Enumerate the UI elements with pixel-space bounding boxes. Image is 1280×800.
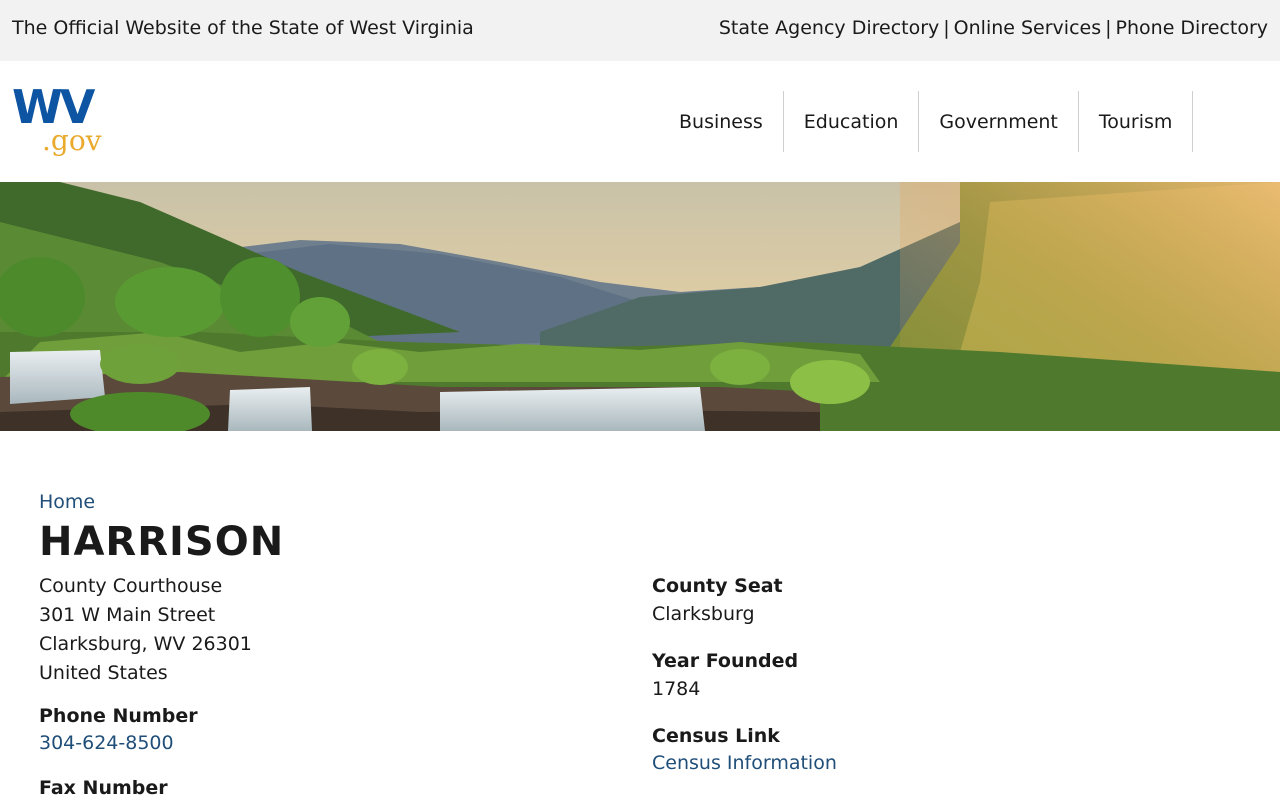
census-link-label: Census Link [652,725,780,747]
official-site-text: The Official Website of the State of Wes… [12,17,474,39]
link-separator: | [943,17,950,39]
nav-item-government[interactable]: Government [919,91,1079,152]
svg-text:.gov: .gov [42,124,102,157]
link-separator: | [1105,17,1112,39]
year-founded-label: Year Founded [652,650,799,672]
year-founded-value: 1784 [652,678,701,700]
county-contact-column: County Courthouse 301 W Main Street Clar… [39,572,599,800]
page-content-header: Home HARRISON [39,488,1239,568]
utility-links: State Agency Directory | Online Services | P… [719,17,1268,39]
hero-landscape-image [0,182,1280,431]
census-information-link[interactable]: Census Information [652,752,837,774]
page-title: HARRISON [39,519,285,565]
county-facts-column: County Seat Clarksburg Year Founded 1784… [652,572,1212,776]
landscape-illustration [0,182,1280,431]
address-line-2: 301 W Main Street [39,604,216,626]
county-seat-label: County Seat [652,575,783,597]
site-header: WV .gov Business Education Government To… [0,61,1280,182]
county-seat-value: Clarksburg [652,603,755,625]
wv-gov-logo[interactable]: WV .gov [12,80,112,157]
wv-gov-logo-icon: WV .gov [12,80,102,157]
address-line-1: County Courthouse [39,575,223,597]
top-utility-bar: The Official Website of the State of Wes… [0,0,1280,61]
fax-number-label: Fax Number [39,777,168,799]
state-agency-directory-link[interactable]: State Agency Directory [719,17,939,39]
address-line-3: Clarksburg, WV 26301 [39,633,252,655]
address-line-4: United States [39,662,168,684]
phone-number-label: Phone Number [39,705,198,727]
phone-directory-link[interactable]: Phone Directory [1116,17,1268,39]
nav-item-business[interactable]: Business [659,91,784,152]
breadcrumb-home-link[interactable]: Home [39,491,95,513]
nav-item-education[interactable]: Education [784,91,920,152]
main-nav: Business Education Government Tourism [659,91,1194,152]
nav-item-tourism[interactable]: Tourism [1079,91,1194,152]
phone-number-link[interactable]: 304-624-8500 [39,732,174,754]
online-services-link[interactable]: Online Services [954,17,1101,39]
